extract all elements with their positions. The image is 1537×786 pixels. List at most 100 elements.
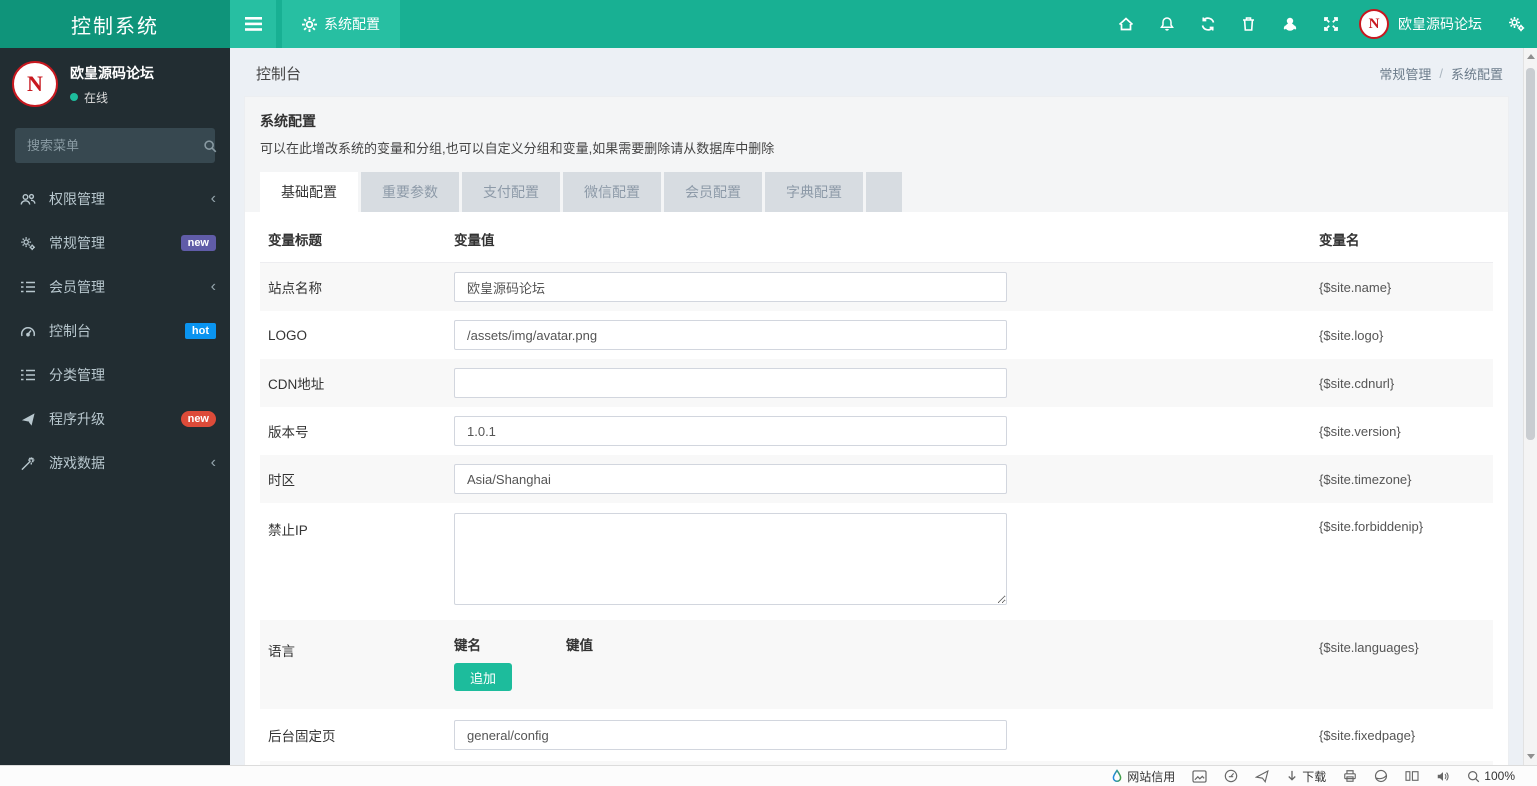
app-brand: 控制系统 — [0, 0, 230, 48]
sidebar-item-label: 会员管理 — [49, 279, 105, 295]
row-varname: {$site.fixedpage} — [1319, 727, 1416, 743]
chevron-left-icon: ‹ — [210, 190, 216, 207]
tab-basic-config[interactable]: 基础配置 — [260, 172, 358, 212]
breadcrumb: 控制台 常规管理 / 系统配置 — [230, 48, 1523, 96]
user-menu[interactable]: N 欧皇源码论坛 — [1351, 9, 1496, 39]
page-tab-label: 系统配置 — [324, 16, 380, 32]
expand-icon — [1323, 16, 1339, 32]
settings-button[interactable] — [1496, 0, 1537, 48]
sidebar-toggle-button[interactable] — [230, 0, 276, 48]
cdn-url-input[interactable] — [454, 368, 1007, 398]
table-row-cdn-url: CDN地址 {$site.cdnurl} — [260, 359, 1493, 407]
rocket-icon — [1255, 769, 1270, 783]
hamburger-icon — [244, 17, 262, 31]
open-page-tab-system-config[interactable]: 系统配置 — [282, 0, 400, 48]
home-icon — [1118, 16, 1134, 32]
bell-icon — [1159, 16, 1175, 32]
speed-mode-item[interactable] — [1224, 769, 1238, 783]
qq-contact-button[interactable] — [1269, 0, 1310, 48]
search-input[interactable] — [27, 138, 203, 153]
table-header: 变量标题 变量值 变量名 — [260, 214, 1493, 263]
tab-payment-config[interactable]: 支付配置 — [462, 172, 560, 212]
site-credit-item[interactable]: 网站信用 — [1111, 768, 1175, 785]
table-row-timezone: 时区 {$site.timezone} — [260, 455, 1493, 503]
sidebar-item-label: 权限管理 — [49, 191, 105, 207]
append-button[interactable]: 追加 — [454, 663, 512, 691]
rocket-icon — [20, 412, 40, 427]
trash-icon — [1241, 16, 1256, 32]
user-name: 欧皇源码论坛 — [1398, 16, 1482, 32]
mute-item[interactable] — [1436, 770, 1450, 783]
boost-item[interactable] — [1255, 769, 1270, 783]
zoom-level: 100% — [1484, 769, 1515, 783]
tab-member-config[interactable]: 会员配置 — [664, 172, 762, 212]
gears-icon — [20, 236, 40, 251]
sidebar: N 欧皇源码论坛 在线 权限管理 ‹ 常规管理 new 会员管理 ‹ 控制台 h… — [0, 48, 230, 765]
printer-icon — [1343, 769, 1357, 783]
scroll-down-arrow-icon[interactable] — [1527, 754, 1535, 759]
forbidden-ip-textarea[interactable] — [454, 513, 1007, 605]
search-icon[interactable] — [203, 139, 217, 153]
sidebar-item-categories[interactable]: 分类管理 — [0, 353, 230, 397]
key-value-header: 键值 — [566, 638, 593, 653]
sidebar-user-panel: N 欧皇源码论坛 在线 — [0, 48, 230, 120]
qq-icon — [1282, 16, 1298, 32]
site-name-input[interactable] — [454, 272, 1007, 302]
sidebar-item-label: 游戏数据 — [49, 455, 105, 471]
sidebar-item-general[interactable]: 常规管理 new — [0, 221, 230, 265]
download-item[interactable]: 下载 — [1286, 768, 1326, 785]
row-label: 站点名称 — [268, 281, 322, 296]
magic-wand-icon — [20, 456, 40, 471]
fullscreen-button[interactable] — [1310, 0, 1351, 48]
home-button[interactable] — [1105, 0, 1146, 48]
badge-new: new — [180, 411, 216, 427]
timezone-input[interactable] — [454, 464, 1007, 494]
zoom-control[interactable]: 100% — [1467, 769, 1515, 783]
list-icon — [20, 368, 40, 382]
sidebar-item-members[interactable]: 会员管理 ‹ — [0, 265, 230, 309]
vertical-scrollbar[interactable] — [1523, 48, 1537, 765]
scrollbar-thumb[interactable] — [1526, 68, 1535, 440]
split-window-item[interactable] — [1405, 770, 1419, 782]
clear-cache-button[interactable] — [1228, 0, 1269, 48]
zoom-icon — [1467, 770, 1480, 783]
screenshot-item[interactable] — [1192, 769, 1207, 783]
breadcrumb-link-general[interactable]: 常规管理 — [1379, 64, 1431, 83]
table-row-forbidden-ip: 禁止IP {$site.forbiddenip} — [260, 503, 1493, 620]
sidebar-item-console[interactable]: 控制台 hot — [0, 309, 230, 353]
version-input[interactable] — [454, 416, 1007, 446]
scroll-up-arrow-icon[interactable] — [1527, 54, 1535, 59]
sidebar-item-permissions[interactable]: 权限管理 ‹ — [0, 177, 230, 221]
row-varname: {$site.logo} — [1319, 327, 1384, 343]
user-avatar: N — [1359, 9, 1389, 39]
chevron-left-icon: ‹ — [210, 454, 216, 471]
speaker-icon — [1436, 770, 1450, 783]
col-header-value: 变量值 — [454, 233, 495, 248]
config-tabs: 基础配置 重要参数 支付配置 微信配置 会员配置 字典配置 — [260, 172, 1493, 212]
row-varname: {$site.cdnurl} — [1319, 375, 1395, 391]
col-header-title: 变量标题 — [268, 233, 322, 248]
refresh-icon — [1200, 16, 1216, 32]
fixed-page-input[interactable] — [454, 720, 1007, 750]
tab-important-params[interactable]: 重要参数 — [361, 172, 459, 212]
table-row-site-name: 站点名称 {$site.name} — [260, 263, 1493, 311]
notifications-button[interactable] — [1146, 0, 1187, 48]
sidebar-item-gamedata[interactable]: 游戏数据 ‹ — [0, 441, 230, 485]
refresh-button[interactable] — [1187, 0, 1228, 48]
print-item[interactable] — [1343, 769, 1357, 783]
table-row-fixed-page: 后台固定页 {$site.fixedpage} — [260, 709, 1493, 761]
key-name-header: 键名 — [454, 638, 481, 653]
logo-input[interactable] — [454, 320, 1007, 350]
row-varname: {$site.timezone} — [1319, 471, 1412, 487]
table-row-version: 版本号 {$site.version} — [260, 407, 1493, 455]
compat-mode-item[interactable] — [1374, 769, 1388, 783]
row-label: 版本号 — [268, 425, 309, 440]
row-label: 时区 — [268, 473, 295, 488]
sidebar-item-upgrade[interactable]: 程序升级 new — [0, 397, 230, 441]
tab-wechat-config[interactable]: 微信配置 — [563, 172, 661, 212]
tab-dict-config[interactable]: 字典配置 — [765, 172, 863, 212]
download-label: 下载 — [1302, 769, 1327, 784]
tab-add-group[interactable] — [866, 172, 902, 212]
row-varname: {$site.version} — [1319, 423, 1401, 439]
badge-hot: hot — [184, 323, 216, 339]
